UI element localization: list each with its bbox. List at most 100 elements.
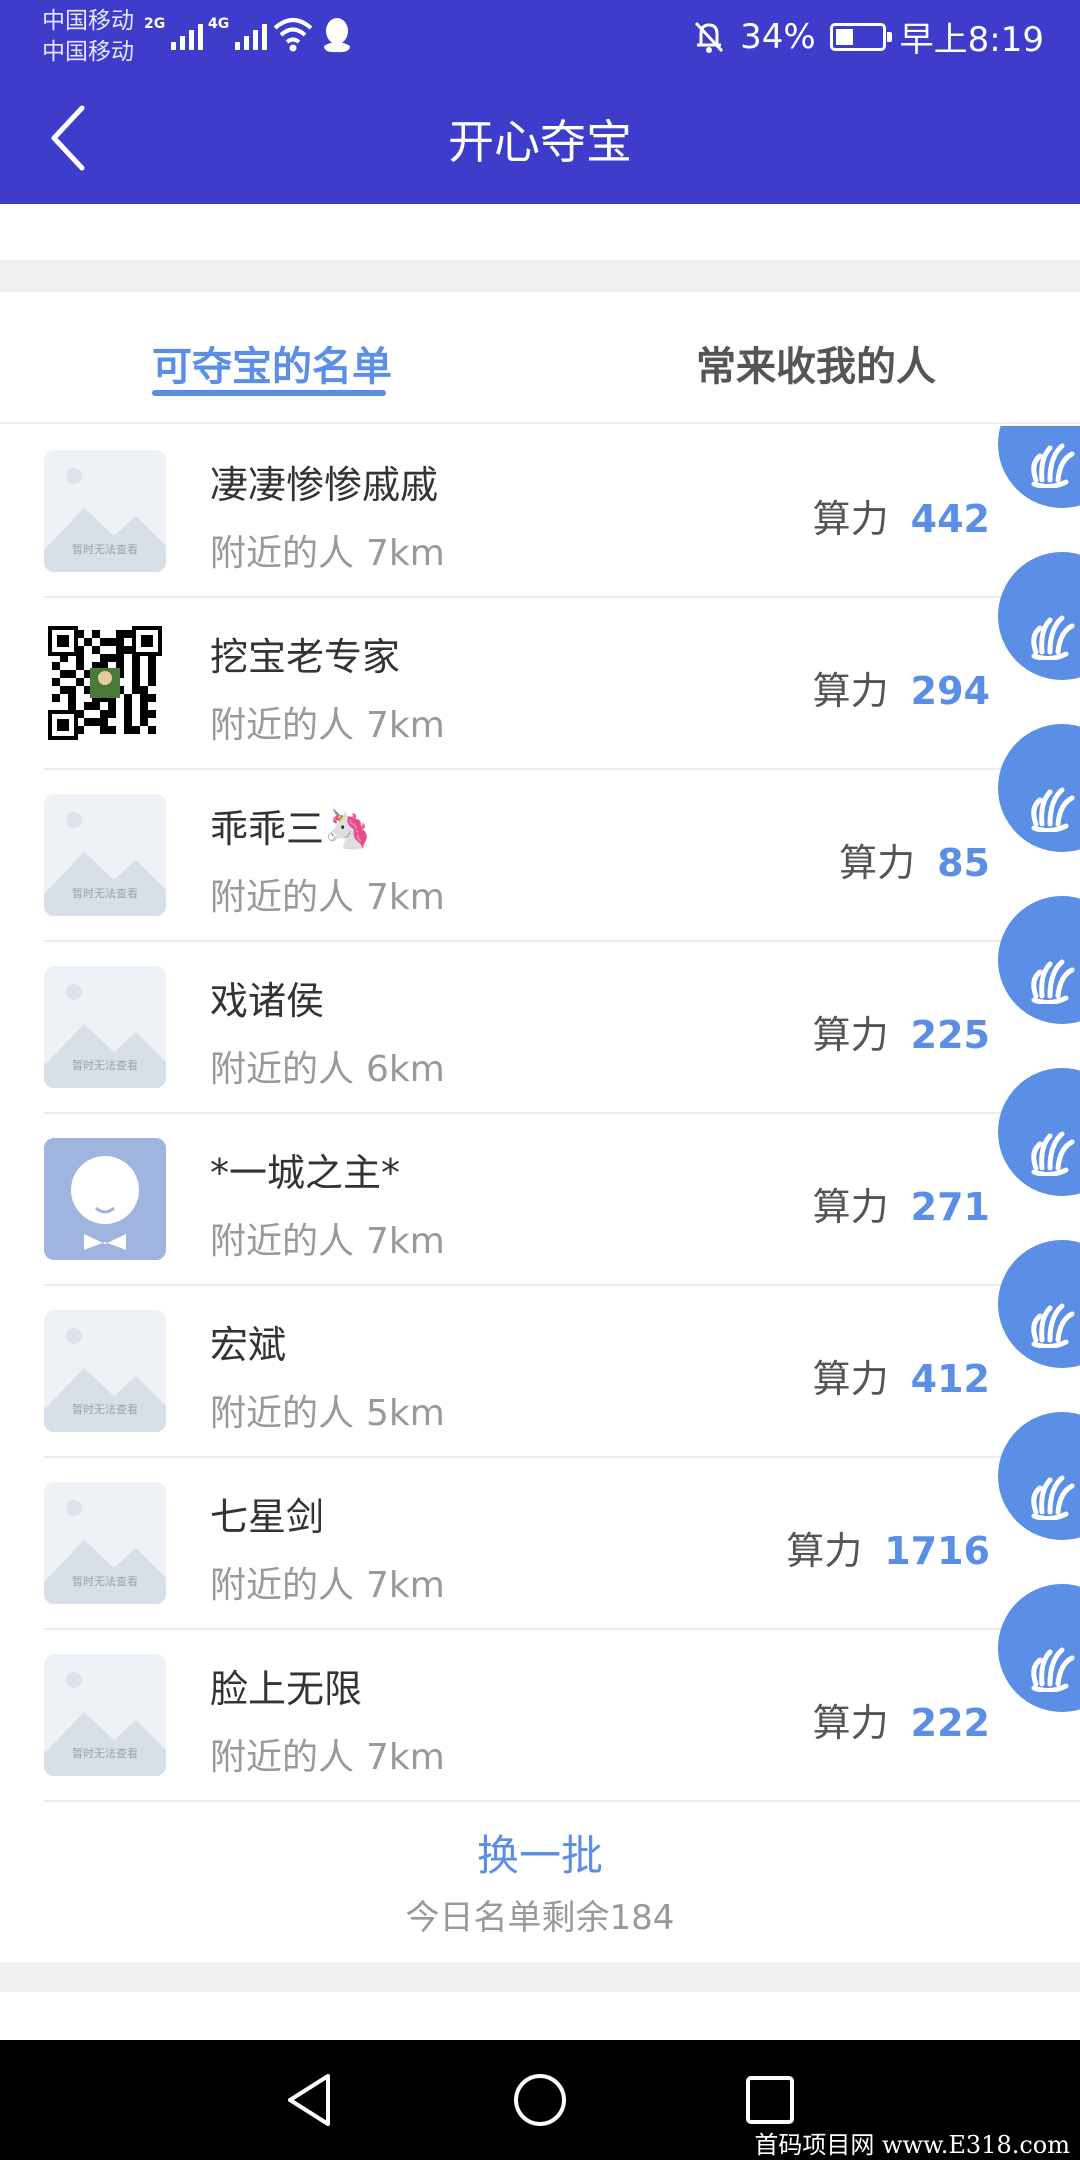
avatar[interactable]: 暂时无法查看 bbox=[44, 794, 166, 916]
user-name: 七星剑 bbox=[210, 1495, 325, 1539]
avatar[interactable]: 暂时无法查看 bbox=[44, 450, 166, 572]
power-info: 算力 442 bbox=[813, 488, 990, 543]
avatar[interactable]: 暂时无法查看 bbox=[44, 1310, 166, 1432]
list-item[interactable]: 暂时无法查看 七星剑 附近的人 7km 算力 1716 bbox=[0, 1412, 1080, 1630]
power-value: 294 bbox=[910, 669, 990, 713]
battery-percent: 34% bbox=[740, 16, 816, 57]
user-name: 宏斌 bbox=[210, 1323, 287, 1367]
power-value: 412 bbox=[910, 1357, 990, 1401]
distance-text: 附近的人 5km bbox=[210, 1384, 445, 1436]
refresh-batch-button[interactable]: 换一批 bbox=[0, 1822, 1080, 1883]
power-info: 算力 225 bbox=[813, 1004, 990, 1059]
nearby-label: 附近的人 bbox=[210, 1737, 355, 1778]
power-value: 271 bbox=[910, 1185, 990, 1229]
avatar[interactable]: 暂时无法查看 bbox=[44, 1654, 166, 1776]
distance-value: 7km bbox=[366, 705, 445, 746]
power-info: 算力 1716 bbox=[786, 1520, 990, 1575]
system-nav-bar: 首码项目网 www.E318.com bbox=[0, 2040, 1080, 2160]
power-label: 算力 bbox=[839, 841, 916, 885]
list-item[interactable]: 暂时无法查看 戏诸侯 附近的人 6km 算力 225 bbox=[0, 896, 1080, 1114]
app-header: 开心夺宝 bbox=[0, 72, 1080, 204]
power-info: 算力 271 bbox=[813, 1176, 990, 1231]
power-label: 算力 bbox=[812, 1013, 889, 1057]
signal-icon: 2G bbox=[144, 16, 204, 50]
watermark: 首码项目网 www.E318.com bbox=[748, 2125, 1076, 2160]
clock: 早上8:19 bbox=[899, 20, 1044, 60]
power-info: 算力 85 bbox=[839, 832, 990, 887]
nav-recents-icon[interactable] bbox=[744, 2072, 796, 2128]
separator-band bbox=[0, 260, 1080, 292]
svg-text:暂时无法查看: 暂时无法查看 bbox=[72, 1574, 138, 1588]
avatar[interactable] bbox=[44, 622, 166, 744]
distance-value: 7km bbox=[366, 533, 445, 574]
nearby-label: 附近的人 bbox=[210, 1049, 355, 1090]
power-label: 算力 bbox=[786, 1529, 863, 1573]
power-value: 85 bbox=[937, 841, 990, 885]
user-list: 暂时无法查看 凄凄惨惨戚戚 附近的人 7km 算力 442 挖宝老专家 附近的人 7k… bbox=[0, 426, 1080, 1802]
distance-text: 附近的人 6km bbox=[210, 1040, 445, 1092]
nav-home-icon[interactable] bbox=[512, 2072, 568, 2128]
separator-band bbox=[0, 1962, 1080, 1992]
signal-icon: 4G bbox=[208, 16, 268, 50]
list-item[interactable]: 暂时无法查看 凄凄惨惨戚戚 附近的人 7km 算力 442 bbox=[0, 426, 1080, 598]
power-label: 算力 bbox=[812, 1701, 889, 1745]
avatar[interactable]: 暂时无法查看 bbox=[44, 966, 166, 1088]
distance-value: 7km bbox=[366, 1737, 445, 1778]
power-info: 算力 412 bbox=[813, 1348, 990, 1403]
distance-value: 7km bbox=[366, 1221, 445, 1262]
distance-value: 5km bbox=[366, 1393, 445, 1434]
page-title: 开心夺宝 bbox=[448, 115, 632, 169]
list-item[interactable]: 暂时无法查看 宏斌 附近的人 5km 算力 412 bbox=[0, 1240, 1080, 1458]
distance-text: 附近的人 7km bbox=[210, 1556, 445, 1608]
wifi-icon bbox=[273, 18, 313, 52]
distance-text: 附近的人 7km bbox=[210, 524, 445, 576]
carrier-1: 中国移动 bbox=[42, 8, 134, 34]
nearby-label: 附近的人 bbox=[210, 1393, 355, 1434]
distance-text: 附近的人 7km bbox=[210, 696, 445, 748]
power-label: 算力 bbox=[812, 1357, 889, 1401]
qq-penguin-icon bbox=[324, 18, 350, 53]
tab-bar: 可夺宝的名单 常来收我的人 bbox=[0, 292, 1080, 424]
list-item[interactable]: *一城之主* 附近的人 7km 算力 271 bbox=[0, 1068, 1080, 1286]
grab-hand-button[interactable] bbox=[998, 426, 1080, 508]
distance-value: 7km bbox=[366, 1565, 445, 1606]
nearby-label: 附近的人 bbox=[210, 1221, 355, 1262]
svg-text:暂时无法查看: 暂时无法查看 bbox=[72, 886, 138, 900]
mute-bell-icon bbox=[694, 21, 724, 53]
distance-text: 附近的人 7km bbox=[210, 1728, 445, 1780]
user-name: 乖乖三🦄 bbox=[210, 807, 372, 851]
user-name: 挖宝老专家 bbox=[210, 635, 401, 679]
nav-back-icon[interactable] bbox=[284, 2072, 336, 2128]
nearby-label: 附近的人 bbox=[210, 877, 355, 918]
tab-available-list[interactable]: 可夺宝的名单 bbox=[152, 334, 392, 392]
power-value: 1716 bbox=[884, 1529, 990, 1573]
power-label: 算力 bbox=[812, 669, 889, 713]
power-value: 222 bbox=[910, 1701, 990, 1745]
svg-text:暂时无法查看: 暂时无法查看 bbox=[72, 1402, 138, 1416]
tab-frequent-collectors[interactable]: 常来收我的人 bbox=[696, 334, 936, 392]
nearby-label: 附近的人 bbox=[210, 1565, 355, 1606]
carrier-names: 中国移动 中国移动 bbox=[42, 6, 134, 68]
battery-icon bbox=[829, 22, 892, 51]
user-name: 脸上无限 bbox=[210, 1667, 363, 1711]
user-name: 凄凄惨惨戚戚 bbox=[210, 463, 439, 507]
list-item[interactable]: 暂时无法查看 乖乖三🦄 附近的人 7km 算力 85 bbox=[0, 724, 1080, 942]
avatar[interactable] bbox=[44, 1138, 166, 1260]
row-divider bbox=[44, 1800, 1080, 1802]
status-bar: 中国移动 中国移动 2G 4G 34% 早上8:19 bbox=[0, 0, 1080, 72]
list-item[interactable]: 暂时无法查看 脸上无限 附近的人 7km 算力 222 bbox=[0, 1584, 1080, 1802]
nearby-label: 附近的人 bbox=[210, 705, 355, 746]
avatar[interactable]: 暂时无法查看 bbox=[44, 1482, 166, 1604]
remaining-count-text: 今日名单剩余184 bbox=[405, 1898, 675, 1938]
power-value: 442 bbox=[910, 497, 990, 541]
power-info: 算力 222 bbox=[813, 1692, 990, 1747]
carrier-2: 中国移动 bbox=[42, 39, 134, 65]
active-tab-indicator bbox=[152, 390, 386, 396]
svg-text:暂时无法查看: 暂时无法查看 bbox=[72, 542, 138, 556]
power-info: 算力 294 bbox=[813, 660, 990, 715]
list-item[interactable]: 挖宝老专家 附近的人 7km 算力 294 bbox=[0, 552, 1080, 770]
status-right: 34% 早上8:19 bbox=[692, 12, 1044, 61]
power-value: 225 bbox=[910, 1013, 990, 1057]
distance-value: 7km bbox=[366, 877, 445, 918]
user-name: *一城之主* bbox=[210, 1151, 401, 1195]
